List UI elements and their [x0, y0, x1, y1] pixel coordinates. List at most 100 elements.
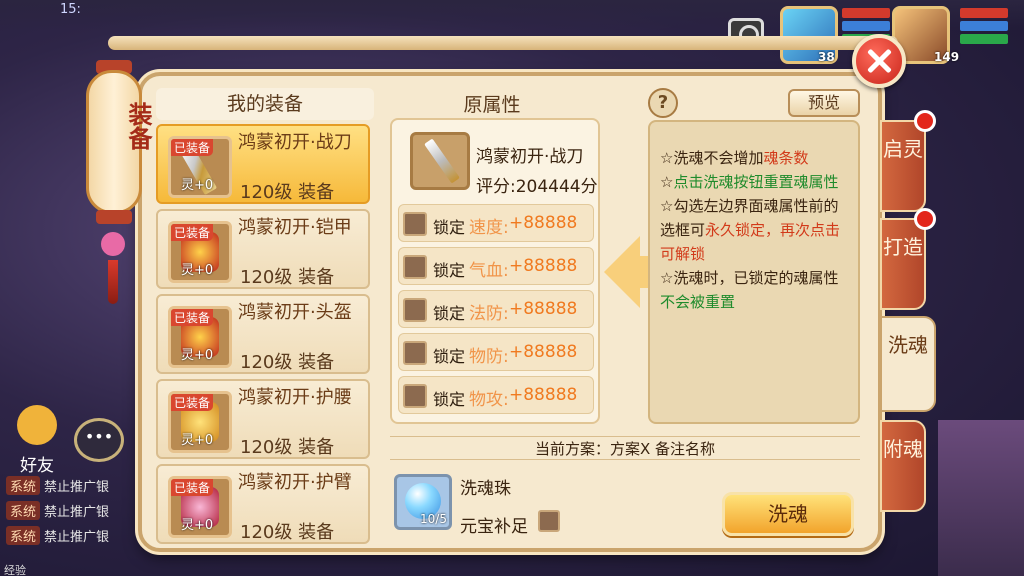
friends-button[interactable]: 好友: [12, 405, 62, 476]
attribute-value: +88888: [509, 385, 578, 405]
attribute-row-magic-def: 锁定 法防: +88888: [398, 290, 594, 328]
equipped-tag: 已装备: [171, 139, 214, 156]
friends-label: 好友: [20, 456, 54, 476]
attribute-row-phys-atk: 锁定 物攻: +88888: [398, 376, 594, 414]
tip-line: ☆洗魂不会增加魂条数: [660, 149, 809, 167]
lantern-title: 装备: [124, 102, 152, 150]
item-name: 鸿蒙初开·战刀: [238, 132, 352, 153]
tips-box: ☆洗魂不会增加魂条数 ☆点击洗魂按钮重置魂属性 ☆勾选左边界面魂属性前的选框可永…: [648, 120, 860, 424]
item-level: 120级 装备: [240, 182, 335, 203]
spirit-level: 灵+0: [181, 263, 214, 278]
lock-checkbox[interactable]: [403, 255, 427, 279]
item-name: 鸿蒙初开·铠甲: [238, 217, 352, 238]
equipment-item-armor[interactable]: 已装备 灵+0 鸿蒙初开·铠甲 120级 装备: [156, 209, 370, 289]
weapon-icon[interactable]: [410, 132, 470, 190]
pearl-name: 洗魂珠: [460, 479, 511, 499]
equipment-item-belt[interactable]: 已装备 灵+0 鸿蒙初开·护腰 120级 装备: [156, 379, 370, 459]
friends-icon: [17, 405, 57, 445]
attribute-value: +88888: [509, 342, 578, 362]
equipment-list[interactable]: 已装备 灵+0 鸿蒙初开·战刀 120级 装备 已装备 灵+0 鸿蒙初开·铠甲 …: [156, 124, 374, 544]
item-name: 鸿蒙初开·护腰: [238, 387, 352, 408]
current-plan[interactable]: 当前方案：方案X 备注名称: [390, 436, 860, 460]
lock-label: 锁定: [433, 390, 466, 409]
item-level: 120级 装备: [240, 267, 335, 288]
close-button[interactable]: [852, 34, 906, 88]
attribute-name: 法防:: [469, 304, 509, 324]
weapon-name: 鸿蒙初开·战刀: [476, 147, 584, 167]
spirit-level: 灵+0: [181, 518, 214, 533]
sword-icon: 已装备 灵+0: [168, 136, 232, 198]
lock-label: 锁定: [433, 261, 466, 280]
help-icon[interactable]: ?: [648, 88, 678, 118]
armor-icon: 已装备 灵+0: [168, 221, 232, 283]
attribute-value: +88888: [509, 256, 578, 276]
item-level: 120级 装备: [240, 522, 335, 543]
attribute-name: 物防:: [469, 347, 509, 367]
attribute-row-speed: 锁定 速度: +88888: [398, 204, 594, 242]
lock-checkbox[interactable]: [403, 384, 427, 408]
attribute-name: 速度:: [469, 218, 509, 238]
equipped-tag: 已装备: [171, 394, 214, 411]
item-level: 120级 装备: [240, 437, 335, 458]
lock-label: 锁定: [433, 347, 466, 366]
tab-wash-soul[interactable]: 洗魂: [880, 316, 936, 412]
spirit-level: 灵+0: [181, 178, 214, 193]
ingot-fill-checkbox[interactable]: [538, 510, 560, 532]
hero-1-level: 38: [818, 50, 835, 64]
panel-top-rail: [108, 36, 898, 50]
item-level: 120级 装备: [240, 352, 335, 373]
notification-dot: [914, 208, 936, 230]
spirit-level: 灵+0: [181, 433, 214, 448]
equipped-tag: 已装备: [171, 479, 214, 496]
belt-icon: 已装备 灵+0: [168, 391, 232, 453]
helmet-icon: 已装备 灵+0: [168, 306, 232, 368]
equipped-tag: 已装备: [171, 224, 214, 241]
tab-awaken[interactable]: 启灵: [880, 120, 926, 212]
tip-line: ☆洗魂时，已锁定的魂属性不会被重置: [660, 269, 839, 311]
background-building: [938, 420, 1024, 576]
notification-dot: [914, 110, 936, 132]
tab-forge[interactable]: 打造: [880, 218, 926, 310]
hero-2-bars: [960, 8, 1008, 47]
bracer-icon: 已装备 灵+0: [168, 476, 232, 538]
attribute-name: 物攻:: [469, 390, 509, 410]
tab-attach-soul[interactable]: 附魂: [880, 420, 926, 512]
lock-checkbox[interactable]: [403, 341, 427, 365]
system-message: 系统 禁止推广银: [6, 501, 136, 523]
spirit-level: 灵+0: [181, 348, 214, 363]
arrow-left-icon: [604, 236, 650, 308]
equipped-tag: 已装备: [171, 309, 214, 326]
lock-label: 锁定: [433, 218, 466, 237]
item-name: 鸿蒙初开·护臂: [238, 472, 352, 493]
original-attributes-title: 原属性: [463, 94, 521, 116]
system-message: 系统 禁止推广银: [6, 526, 136, 548]
tassel-ornament: [98, 232, 128, 312]
preview-button[interactable]: 预览: [788, 89, 860, 117]
status-time: 15:: [60, 2, 81, 17]
tip-line: ☆点击洗魂按钮重置魂属性: [660, 173, 839, 191]
my-equipment-header: 我的装备: [156, 88, 374, 120]
system-chat: 系统 禁止推广银 系统 禁止推广银 系统 禁止推广银: [6, 476, 136, 551]
hero-2-level: 149: [934, 50, 960, 64]
ingot-fill-label: 元宝补足: [460, 517, 528, 537]
lock-checkbox[interactable]: [403, 212, 427, 236]
weapon-score: 评分:204444分: [476, 177, 598, 197]
equipment-item-blade[interactable]: 已装备 灵+0 鸿蒙初开·战刀 120级 装备: [156, 124, 370, 204]
pearl-count: 10/5: [420, 512, 447, 526]
equipment-item-helmet[interactable]: 已装备 灵+0 鸿蒙初开·头盔 120级 装备: [156, 294, 370, 374]
tip-line: ☆勾选左边界面魂属性前的选框可永久锁定，再次点击可解锁: [660, 197, 841, 263]
item-name: 鸿蒙初开·头盔: [238, 302, 352, 323]
equipment-lantern: 装备: [86, 52, 152, 230]
attribute-name: 气血:: [469, 261, 509, 281]
exp-label: 经验: [4, 564, 26, 576]
system-message: 系统 禁止推广银: [6, 476, 136, 498]
attribute-value: +88888: [509, 299, 578, 319]
wash-soul-button[interactable]: 洗魂: [722, 492, 854, 536]
chat-bubble-icon[interactable]: [74, 418, 124, 462]
attribute-row-phys-def: 锁定 物防: +88888: [398, 333, 594, 371]
lock-checkbox[interactable]: [403, 298, 427, 322]
attribute-value: +88888: [509, 213, 578, 233]
lock-label: 锁定: [433, 304, 466, 323]
equipment-item-bracer[interactable]: 已装备 灵+0 鸿蒙初开·护臂 120级 装备: [156, 464, 370, 544]
attribute-row-hp: 锁定 气血: +88888: [398, 247, 594, 285]
